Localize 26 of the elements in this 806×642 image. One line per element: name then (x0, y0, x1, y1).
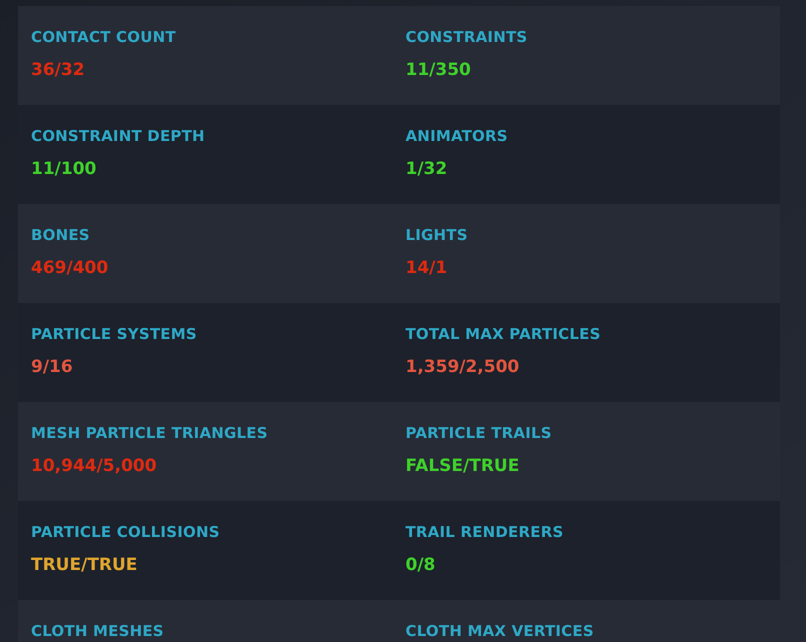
stat-value: 14/1 (406, 258, 448, 278)
stat-value: TRUE/TRUE (31, 555, 138, 575)
stat-label: PARTICLE COLLISIONS (31, 523, 220, 541)
stat-value: 36/32 (31, 60, 85, 80)
stat-value: 11/100 (31, 159, 96, 179)
stat-label: PARTICLE TRAILS (406, 424, 552, 442)
stat-label: CONSTRAINT DEPTH (31, 127, 205, 145)
stat-value: 11/350 (406, 60, 471, 80)
stat-label: MESH PARTICLE TRIANGLES (31, 424, 268, 442)
stat-value: FALSE/TRUE (406, 456, 520, 476)
stat-label: ANIMATORS (406, 127, 508, 145)
stat-value: 0/8 (406, 555, 436, 575)
stat-label: TRAIL RENDERERS (406, 523, 564, 541)
stat-label: CLOTH MESHES (31, 622, 164, 640)
stat-label: PARTICLE SYSTEMS (31, 325, 197, 343)
stat-label: CONSTRAINTS (406, 28, 528, 46)
stat-value: 1,359/2,500 (406, 357, 520, 377)
stat-value: 10,944/5,000 (31, 456, 157, 476)
stat-label: TOTAL MAX PARTICLES (406, 325, 601, 343)
stat-label: CLOTH MAX VERTICES (406, 622, 594, 640)
stat-value: 469/400 (31, 258, 108, 278)
stat-value: 1/32 (406, 159, 448, 179)
stat-value: 9/16 (31, 357, 73, 377)
stat-label: LIGHTS (406, 226, 468, 244)
stat-label: CONTACT COUNT (31, 28, 176, 46)
stat-label: BONES (31, 226, 90, 244)
